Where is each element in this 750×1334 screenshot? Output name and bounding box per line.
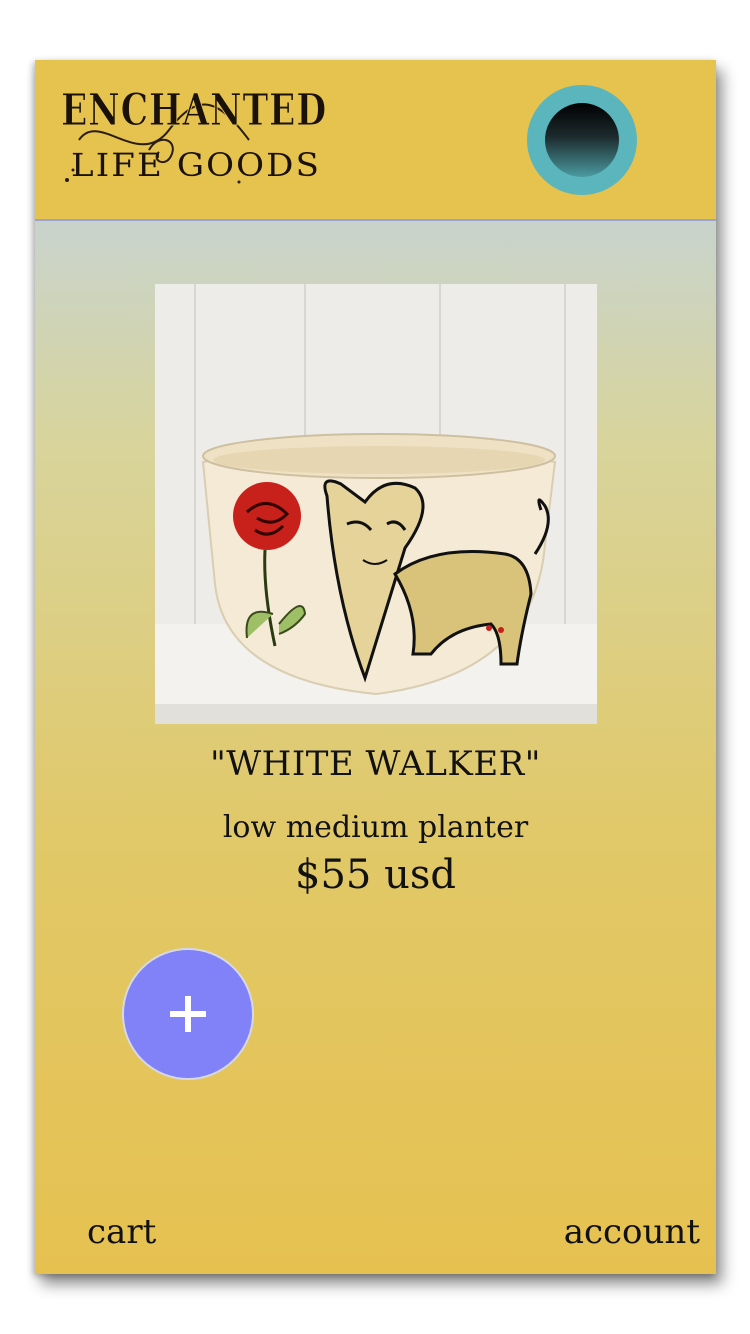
product-photo [155, 284, 597, 724]
plus-icon [170, 996, 206, 1032]
svg-text:ENCHANTED: ENCHANTED [61, 85, 327, 136]
enchanted-life-goods-logo: ENCHANTED LIFE GOODS [61, 85, 327, 185]
product-price: $55 usd [295, 852, 456, 898]
product-photo-planter[interactable] [155, 284, 597, 724]
product-title: "WHITE WALKER" [210, 744, 541, 784]
brand-logo[interactable]: ENCHANTED LIFE GOODS [59, 80, 331, 190]
add-to-cart-button[interactable] [122, 948, 254, 1080]
avatar-inner [545, 103, 619, 177]
profile-avatar-icon[interactable] [527, 85, 637, 195]
svg-text:LIFE GOODS: LIFE GOODS [71, 146, 321, 184]
nav-cart-link[interactable]: cart [87, 1212, 156, 1252]
product-description: low medium planter [222, 810, 529, 845]
app-screen: ENCHANTED LIFE GOODS "WHITE WALKER" low … [35, 60, 716, 1274]
header-bar: ENCHANTED LIFE GOODS [35, 60, 716, 221]
nav-account-link[interactable]: account [564, 1212, 700, 1252]
